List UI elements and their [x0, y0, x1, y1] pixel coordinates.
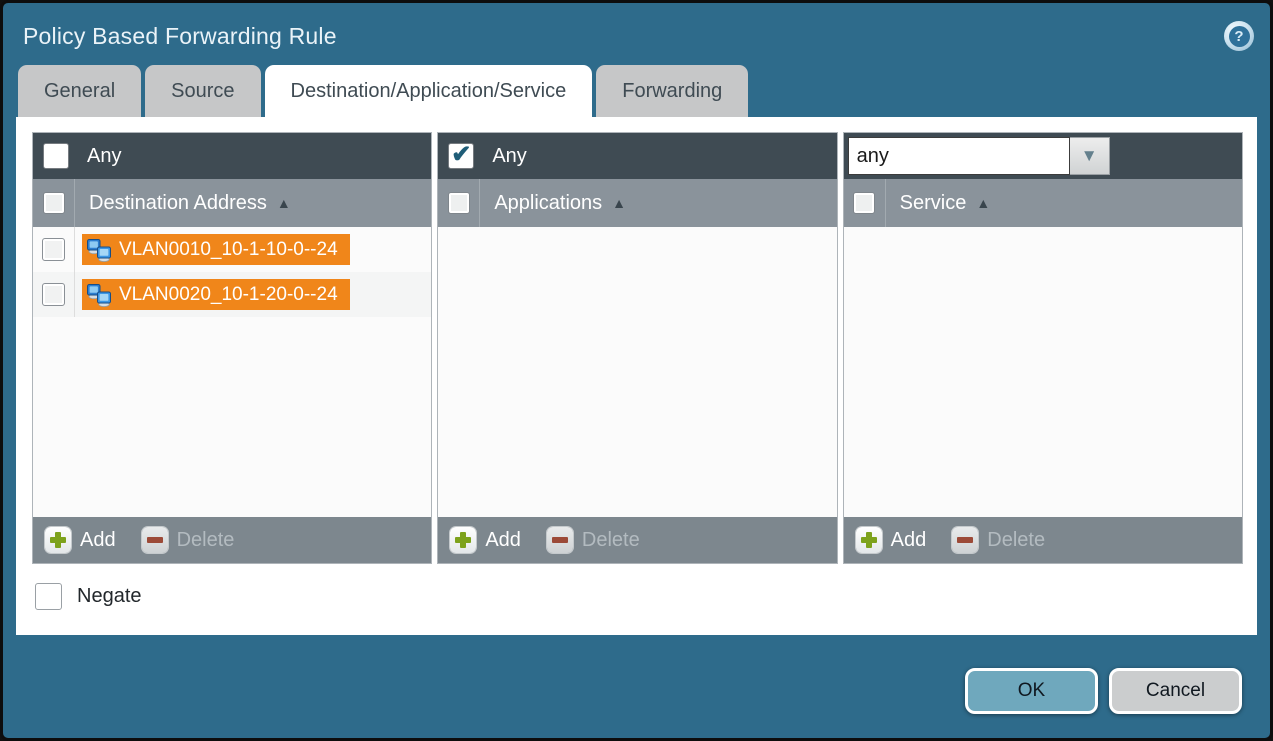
- destination-any-bar: ✔ Any: [33, 133, 431, 179]
- destination-select-all-checkbox[interactable]: [43, 192, 65, 214]
- delete-button[interactable]: Delete: [547, 527, 640, 553]
- sort-asc-icon: ▲: [612, 195, 626, 211]
- service-header: Service ▲: [844, 179, 1242, 227]
- address-object-chip: VLAN0010_10-1-10-0--24: [82, 234, 350, 265]
- chevron-down-icon[interactable]: ▼: [1070, 137, 1110, 175]
- destination-any-label: Any: [87, 145, 121, 168]
- tab-destination-application-service[interactable]: Destination/Application/Service: [265, 65, 593, 117]
- applications-list: [438, 227, 836, 517]
- negate-row: Negate: [35, 583, 1243, 610]
- applications-any-label: Any: [492, 145, 526, 168]
- plus-icon: [856, 527, 882, 553]
- applications-select-all-checkbox[interactable]: [448, 192, 470, 214]
- row-checkbox[interactable]: [42, 283, 65, 306]
- sort-asc-icon: ▲: [277, 195, 291, 211]
- negate-label: Negate: [77, 585, 142, 608]
- help-icon[interactable]: ?: [1224, 21, 1254, 51]
- network-address-icon: [86, 283, 112, 307]
- applications-header: Applications ▲: [438, 179, 836, 227]
- service-type-value[interactable]: any: [848, 137, 1070, 175]
- tab-general[interactable]: General: [18, 65, 141, 117]
- address-label: VLAN0020_10-1-20-0--24: [119, 284, 338, 306]
- negate-checkbox[interactable]: [35, 583, 62, 610]
- destination-address-header: Destination Address ▲: [33, 179, 431, 227]
- delete-button[interactable]: Delete: [952, 527, 1045, 553]
- ok-button[interactable]: OK: [965, 668, 1098, 714]
- applications-sort-header[interactable]: Applications ▲: [480, 192, 626, 215]
- destination-footer: Add Delete: [33, 517, 431, 563]
- minus-icon: [952, 527, 978, 553]
- service-panel: any ▼ Service ▲ Add: [843, 132, 1243, 564]
- table-row[interactable]: VLAN0020_10-1-20-0--24: [33, 272, 431, 317]
- destination-any-checkbox[interactable]: ✔: [43, 143, 69, 169]
- applications-footer: Add Delete: [438, 517, 836, 563]
- address-object-chip: VLAN0020_10-1-20-0--24: [82, 279, 350, 310]
- service-any-bar: any ▼: [844, 133, 1242, 179]
- delete-button[interactable]: Delete: [142, 527, 235, 553]
- minus-icon: [142, 527, 168, 553]
- plus-icon: [45, 527, 71, 553]
- applications-any-bar: ✔ Any: [438, 133, 836, 179]
- plus-icon: [450, 527, 476, 553]
- tab-bar: General Source Destination/Application/S…: [18, 65, 1270, 117]
- minus-icon: [547, 527, 573, 553]
- address-label: VLAN0010_10-1-10-0--24: [119, 239, 338, 261]
- service-type-dropdown[interactable]: any ▼: [848, 137, 1110, 175]
- cancel-button[interactable]: Cancel: [1109, 668, 1242, 714]
- service-sort-header[interactable]: Service ▲: [886, 192, 991, 215]
- tab-forwarding[interactable]: Forwarding: [596, 65, 748, 117]
- page-title: Policy Based Forwarding Rule: [23, 23, 337, 50]
- destination-address-panel: ✔ Any Destination Address ▲: [32, 132, 432, 564]
- applications-any-checkbox[interactable]: ✔: [448, 143, 474, 169]
- network-address-icon: [86, 238, 112, 262]
- row-checkbox[interactable]: [42, 238, 65, 261]
- sort-asc-icon: ▲: [976, 195, 990, 211]
- add-button[interactable]: Add: [450, 527, 521, 553]
- service-list: [844, 227, 1242, 517]
- service-footer: Add Delete: [844, 517, 1242, 563]
- service-select-all-checkbox[interactable]: [853, 192, 875, 214]
- applications-panel: ✔ Any Applications ▲ Add: [437, 132, 837, 564]
- title-bar: Policy Based Forwarding Rule ?: [3, 3, 1270, 65]
- tab-content: ✔ Any Destination Address ▲: [16, 117, 1257, 635]
- tab-source[interactable]: Source: [145, 65, 260, 117]
- add-button[interactable]: Add: [856, 527, 927, 553]
- dialog-buttons: OK Cancel: [965, 668, 1242, 714]
- policy-based-forwarding-dialog: Policy Based Forwarding Rule ? General S…: [0, 0, 1273, 741]
- table-row[interactable]: VLAN0010_10-1-10-0--24: [33, 227, 431, 272]
- destination-sort-header[interactable]: Destination Address ▲: [75, 192, 291, 215]
- destination-list: VLAN0010_10-1-10-0--24 VLAN0020_10-1-20-…: [33, 227, 431, 517]
- add-button[interactable]: Add: [45, 527, 116, 553]
